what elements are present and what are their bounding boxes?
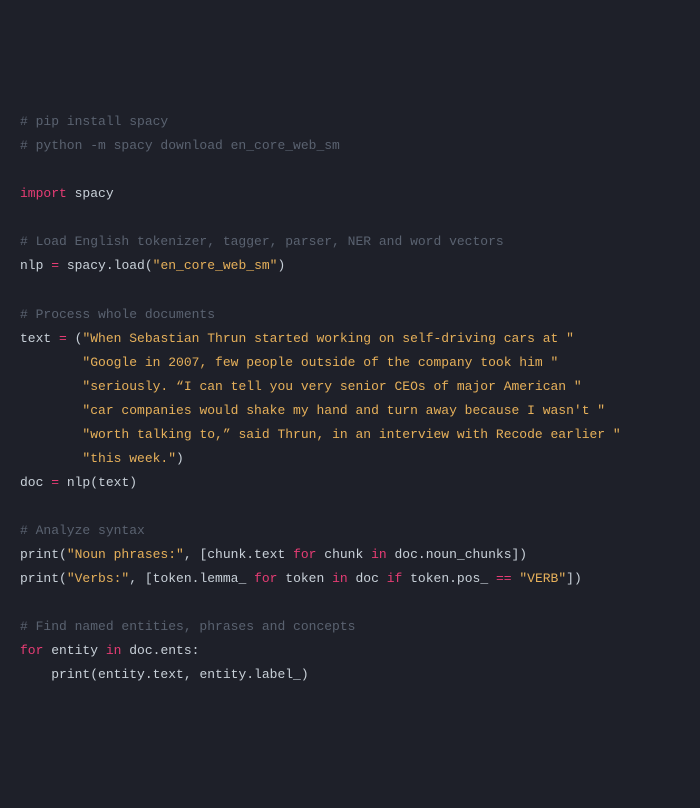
identifier: text [20, 331, 59, 346]
keyword-if: if [387, 571, 403, 586]
string-literal: "Verbs:" [67, 571, 129, 586]
comment-line: # Load English tokenizer, tagger, parser… [20, 234, 504, 249]
call-expr: print( [20, 547, 67, 562]
identifier: doc [20, 475, 51, 490]
keyword-for: for [293, 547, 316, 562]
operator: = [51, 475, 59, 490]
keyword-in: in [371, 547, 387, 562]
paren: ( [67, 331, 83, 346]
string-literal: "car companies would shake my hand and t… [82, 403, 605, 418]
call-expr: print(entity.text, entity.label_) [51, 667, 308, 682]
keyword-import: import [20, 186, 67, 201]
keyword-in: in [332, 571, 348, 586]
string-literal: "this week." [82, 451, 176, 466]
string-literal: "seriously. “I can tell you very senior … [82, 379, 581, 394]
identifier: entity [43, 643, 105, 658]
identifier: doc [348, 571, 387, 586]
code-editor[interactable]: # pip install spacy # python -m spacy do… [20, 110, 680, 687]
comment-line: # Find named entities, phrases and conce… [20, 619, 355, 634]
string-literal: "en_core_web_sm" [153, 258, 278, 273]
identifier: chunk [316, 547, 371, 562]
operator: = [51, 258, 59, 273]
string-literal: "When Sebastian Thrun started working on… [82, 331, 573, 346]
string-literal: "worth talking to,” said Thrun, in an in… [82, 427, 620, 442]
paren: ]) [566, 571, 582, 586]
expr: , [token.lemma_ [129, 571, 254, 586]
string-literal: "Noun phrases:" [67, 547, 184, 562]
module-name: spacy [67, 186, 114, 201]
indent [20, 667, 51, 682]
expr: doc.noun_chunks]) [387, 547, 527, 562]
expr: token.pos_ [402, 571, 496, 586]
expr: doc.ents: [121, 643, 199, 658]
operator: == [496, 571, 512, 586]
keyword-for: for [254, 571, 277, 586]
call-expr: nlp(text) [59, 475, 137, 490]
paren: ) [277, 258, 285, 273]
string-literal: "VERB" [512, 571, 567, 586]
identifier: token [277, 571, 332, 586]
expr: , [chunk.text [184, 547, 293, 562]
comment-line: # Analyze syntax [20, 523, 145, 538]
string-literal: "Google in 2007, few people outside of t… [82, 355, 558, 370]
operator: = [59, 331, 67, 346]
call-expr: print( [20, 571, 67, 586]
comment-line: # pip install spacy [20, 114, 168, 129]
paren: ) [176, 451, 184, 466]
call-expr: spacy.load( [59, 258, 153, 273]
keyword-for: for [20, 643, 43, 658]
comment-line: # Process whole documents [20, 307, 215, 322]
keyword-in: in [106, 643, 122, 658]
identifier: nlp [20, 258, 51, 273]
comment-line: # python -m spacy download en_core_web_s… [20, 138, 340, 153]
